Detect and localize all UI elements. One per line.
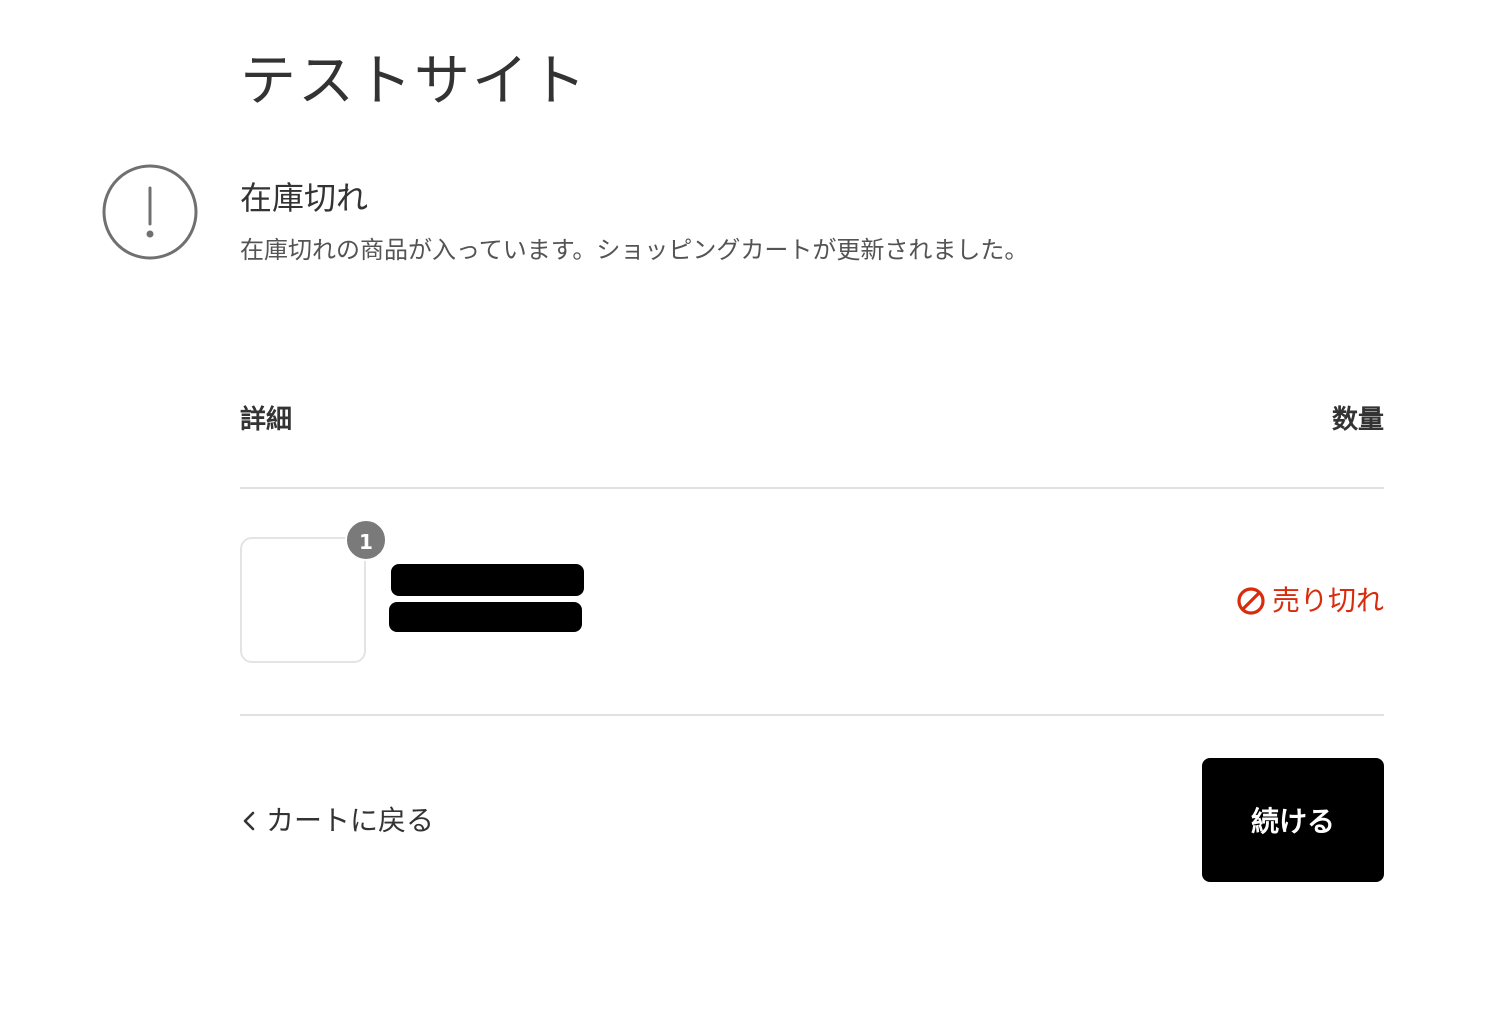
table-divider-top (240, 487, 1384, 489)
sold-out-label: 売り切れ (1271, 584, 1384, 617)
sold-out-status: 売り切れ (1236, 580, 1384, 622)
back-to-cart-label: カートに戻る (266, 804, 435, 837)
product-thumbnail (240, 537, 366, 663)
quantity-badge: 1 (345, 519, 387, 561)
alert-message: 在庫切れの商品が入っています。ショッピングカートが更新されました。 (240, 236, 1029, 264)
column-header-details: 詳細 (240, 405, 293, 435)
back-to-cart-link[interactable]: カートに戻る (240, 800, 434, 842)
continue-button[interactable]: 続ける (1202, 758, 1384, 882)
table-divider-bottom (240, 714, 1384, 716)
site-title: テストサイト (240, 49, 588, 114)
redacted-product-name (391, 564, 584, 596)
prohibited-icon (1237, 587, 1265, 615)
alert-title: 在庫切れ (240, 179, 369, 217)
exclamation-circle-icon (102, 164, 198, 260)
chevron-left-icon (243, 811, 255, 831)
redacted-product-variant (389, 602, 582, 632)
column-header-quantity: 数量 (1331, 405, 1384, 435)
